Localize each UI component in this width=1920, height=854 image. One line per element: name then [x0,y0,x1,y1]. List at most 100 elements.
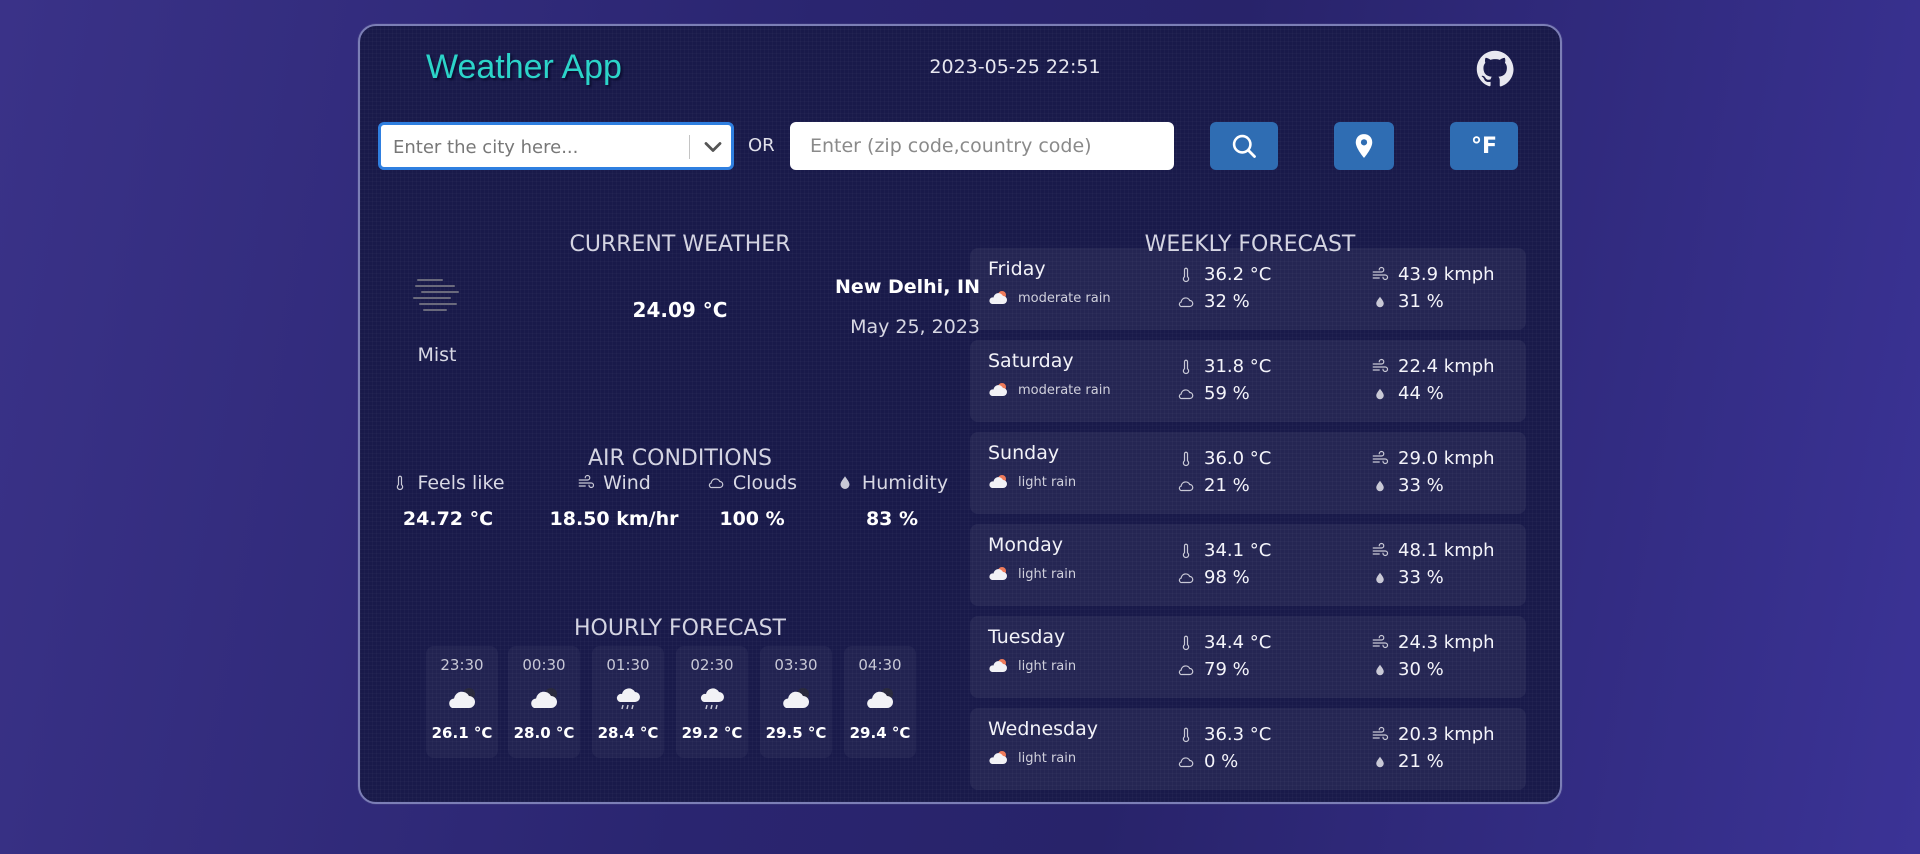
day-clouds: 79 % [1176,659,1250,680]
day-wind: 22.4 kmph [1370,356,1495,377]
day-name: Tuesday [988,626,1066,648]
cloud-icon [1178,480,1194,491]
rain-cloud-icon [989,475,1007,488]
day-wind: 29.0 kmph [1370,448,1495,469]
unit-toggle-button[interactable]: °F [1450,122,1518,170]
thermometer-icon [397,475,404,491]
day-clouds: 98 % [1176,567,1250,588]
cloud-icon [867,688,893,708]
day-description: light rain [988,658,1076,674]
cloud-icon [1178,296,1194,307]
current-weather-title: CURRENT WEATHER [569,232,791,257]
rain-cloud-icon [700,688,724,710]
day-humidity: 33 % [1370,567,1444,588]
select-separator [689,135,690,159]
rain-cloud-icon [989,659,1007,672]
hour-temperature: 26.1 °C [431,724,493,742]
wind-icon [578,474,595,489]
hour-temperature: 29.5 °C [765,724,827,742]
day-temperature: 31.8 °C [1176,356,1271,377]
droplet-icon [1376,480,1384,491]
city-select[interactable]: Enter the city here... [378,122,734,170]
day-humidity: 44 % [1370,383,1444,404]
rain-cloud-icon [989,567,1007,580]
day-wind: 43.9 kmph [1370,264,1495,285]
day-description: light rain [988,750,1076,766]
search-icon [1232,134,1256,158]
air-humidity: Humidity 83 % [822,472,962,530]
chevron-down-icon[interactable] [699,133,727,161]
droplet-icon [840,476,850,489]
hourly-item: 01:30 28.4 °C [592,646,664,758]
thermometer-icon [1182,727,1190,742]
hour-time: 04:30 [858,656,902,674]
air-conditions-title: AIR CONDITIONS [587,446,773,471]
clouds-value: 100 % [719,508,785,530]
day-name: Wednesday [988,718,1099,740]
hour-time: 01:30 [606,656,650,674]
hour-time: 03:30 [774,656,818,674]
app-title: Weather App [426,48,622,86]
github-icon[interactable] [1476,50,1514,88]
weekly-forecast-day: Saturday moderate rain 31.8 °C 59 % 22.4… [970,340,1526,422]
day-wind: 48.1 kmph [1370,540,1495,561]
weather-app-panel: Weather App 2023-05-25 22:51 Enter the c… [358,24,1562,804]
cloud-icon [1178,388,1194,399]
current-datetime: 2023-05-25 22:51 [929,56,1101,78]
current-date: May 25, 2023 [850,316,980,338]
hourly-item: 04:30 29.4 °C [844,646,916,758]
cloud-icon [1178,756,1194,767]
cloud-icon [449,688,475,708]
hour-time: 00:30 [522,656,566,674]
weekly-forecast-day: Friday moderate rain 36.2 °C 32 % 43.9 k… [970,248,1526,330]
droplet-icon [1376,664,1384,675]
day-wind: 20.3 kmph [1370,724,1495,745]
cloud-icon [708,478,724,489]
weekly-forecast-day: Sunday light rain 36.0 °C 21 % 29.0 kmph… [970,432,1526,514]
or-label: OR [748,135,775,156]
rain-cloud-icon [989,383,1007,396]
day-clouds: 0 % [1176,751,1238,772]
hourly-item: 02:30 29.2 °C [676,646,748,758]
day-humidity: 33 % [1370,475,1444,496]
hourly-item: 03:30 29.5 °C [760,646,832,758]
day-description: light rain [988,566,1076,582]
day-humidity: 30 % [1370,659,1444,680]
zip-code-input[interactable] [790,122,1174,170]
wind-icon [1372,542,1389,556]
wind-icon [1372,358,1389,372]
day-temperature: 36.2 °C [1176,264,1271,285]
day-description: light rain [988,474,1076,490]
thermometer-icon [1182,543,1190,558]
search-button[interactable] [1210,122,1278,170]
wind-label: Wind [603,472,651,494]
day-clouds: 21 % [1176,475,1250,496]
mist-icon [413,279,459,311]
rain-cloud-icon [989,291,1007,304]
hour-temperature: 29.4 °C [849,724,911,742]
hour-temperature: 28.4 °C [597,724,659,742]
droplet-icon [1376,572,1384,583]
location-button[interactable] [1334,122,1394,170]
hour-temperature: 28.0 °C [513,724,575,742]
wind-value: 18.50 km/hr [549,508,679,530]
air-clouds: Clouds 100 % [682,472,822,530]
droplet-icon [1376,388,1384,399]
air-feels-like: Feels like 24.72 °C [378,472,518,530]
location-pin-icon [1355,134,1373,158]
air-wind: Wind 18.50 km/hr [534,472,694,530]
current-city: New Delhi, IN [835,276,980,298]
hourly-forecast-title: HOURLY FORECAST [574,616,786,641]
day-description: moderate rain [988,290,1111,306]
clouds-label: Clouds [732,472,798,494]
cloud-icon [1178,572,1194,583]
cloud-icon [531,688,557,708]
feels-like-label: Feels like [417,472,505,494]
day-wind: 24.3 kmph [1370,632,1495,653]
weekly-forecast-day: Tuesday light rain 34.4 °C 79 % 24.3 kmp… [970,616,1526,698]
day-temperature: 34.1 °C [1176,540,1271,561]
wind-icon [1372,266,1389,280]
cloud-icon [783,688,809,708]
current-temperature: 24.09 °C [632,298,728,322]
day-name: Monday [988,534,1064,556]
